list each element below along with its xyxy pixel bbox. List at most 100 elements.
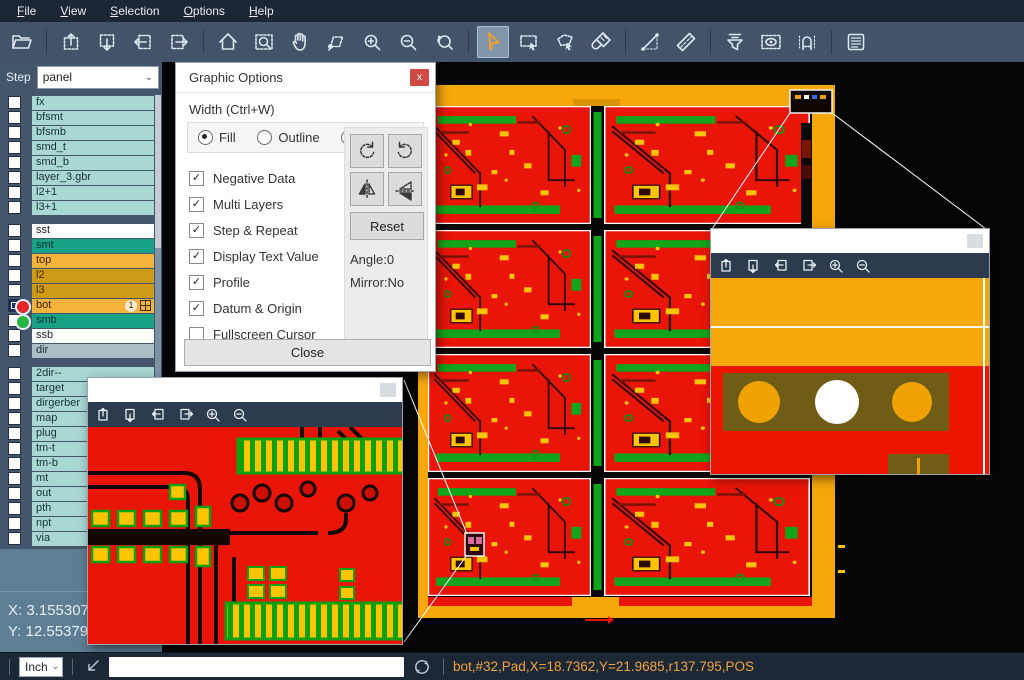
step-select[interactable]: panel ⌄ bbox=[37, 66, 159, 89]
view-left-button[interactable] bbox=[127, 26, 159, 58]
layer-checkbox[interactable] bbox=[8, 141, 21, 154]
home-view-button[interactable] bbox=[212, 26, 244, 58]
layer-checkbox[interactable] bbox=[8, 442, 21, 455]
measure-distance-button[interactable] bbox=[634, 26, 666, 58]
view-right-button[interactable] bbox=[163, 26, 195, 58]
menu-selection[interactable]: Selection bbox=[99, 2, 170, 20]
layer-row-fx[interactable]: fx bbox=[0, 96, 154, 111]
layer-checkbox[interactable] bbox=[8, 284, 21, 297]
menu-view[interactable]: View bbox=[49, 2, 97, 20]
layer-checkbox[interactable] bbox=[8, 532, 21, 545]
report-list-button[interactable] bbox=[840, 26, 872, 58]
window-button[interactable] bbox=[967, 234, 983, 248]
layer-checkbox[interactable] bbox=[8, 382, 21, 395]
dialog-checkbox-display-text-value[interactable]: ✓Display Text Value bbox=[189, 243, 319, 269]
layer-checkbox[interactable] bbox=[8, 254, 21, 267]
view-visibility-button[interactable] bbox=[755, 26, 787, 58]
magnifier-pad-view[interactable] bbox=[711, 278, 989, 474]
layer-checkbox[interactable] bbox=[8, 156, 21, 169]
view-down-button[interactable] bbox=[91, 26, 123, 58]
magnifier-title-bar[interactable] bbox=[88, 378, 402, 402]
dialog-checkbox-datum-origin[interactable]: ✓Datum & Origin bbox=[189, 295, 319, 321]
layer-checkbox[interactable] bbox=[8, 367, 21, 380]
layer-checkbox[interactable] bbox=[8, 239, 21, 252]
layer-checkbox[interactable] bbox=[8, 224, 21, 237]
checkbox-icon[interactable]: ✓ bbox=[189, 275, 204, 290]
zoom-in-icon[interactable] bbox=[204, 406, 222, 424]
layer-row-bot[interactable]: bot1 bbox=[0, 299, 154, 314]
measure-ruler-button[interactable] bbox=[670, 26, 702, 58]
zoom-previous-button[interactable] bbox=[428, 26, 460, 58]
magnifier-title-bar[interactable] bbox=[711, 229, 989, 253]
dialog-checkbox-step-repeat[interactable]: ✓Step & Repeat bbox=[189, 217, 319, 243]
checkbox-icon[interactable]: ✓ bbox=[189, 197, 204, 212]
layer-name[interactable]: ssb bbox=[32, 329, 154, 343]
view-up-icon[interactable] bbox=[719, 257, 737, 275]
checkbox-icon[interactable]: ✓ bbox=[189, 301, 204, 316]
view-left-icon[interactable] bbox=[773, 257, 791, 275]
layer-checkbox[interactable] bbox=[8, 126, 21, 139]
dialog-title-bar[interactable]: Graphic Options x bbox=[176, 63, 435, 93]
layer-name[interactable]: bot1 bbox=[32, 299, 154, 313]
layer-row-dir[interactable]: dir bbox=[0, 344, 154, 359]
view-right-icon[interactable] bbox=[177, 406, 195, 424]
layer-name[interactable]: smd_t bbox=[32, 141, 154, 155]
layer-checkbox[interactable] bbox=[8, 269, 21, 282]
dialog-checkbox-multi-layers[interactable]: ✓Multi Layers bbox=[189, 191, 319, 217]
layer-row-smd_t[interactable]: smd_t bbox=[0, 141, 154, 156]
command-input[interactable] bbox=[109, 657, 404, 677]
layer-row-l3[interactable]: l3 bbox=[0, 284, 154, 299]
layer-checkbox[interactable] bbox=[8, 517, 21, 530]
layer-checkbox[interactable] bbox=[8, 344, 21, 357]
refresh-icon[interactable] bbox=[413, 658, 431, 676]
flip-horizontal-button[interactable] bbox=[350, 172, 384, 206]
zoom-out-button[interactable] bbox=[392, 26, 424, 58]
snap-magnet-button[interactable] bbox=[791, 26, 823, 58]
layer-checkbox[interactable] bbox=[8, 201, 21, 214]
layer-row-sst[interactable]: sst bbox=[0, 224, 154, 239]
window-button[interactable] bbox=[380, 383, 396, 397]
layer-row-l3+1[interactable]: l3+1 bbox=[0, 201, 154, 216]
view-left-icon[interactable] bbox=[150, 406, 168, 424]
reset-button[interactable]: Reset bbox=[350, 212, 424, 240]
layer-checkbox[interactable] bbox=[8, 427, 21, 440]
pick-point-icon[interactable] bbox=[85, 658, 102, 675]
layer-checkbox[interactable] bbox=[8, 186, 21, 199]
magnifier-window-top-right[interactable] bbox=[710, 228, 990, 475]
layer-row-ssb[interactable]: ssb bbox=[0, 329, 154, 344]
layer-checkbox[interactable] bbox=[8, 457, 21, 470]
select-rectangle-button[interactable] bbox=[513, 26, 545, 58]
layer-row-l2[interactable]: l2 bbox=[0, 269, 154, 284]
checkbox-icon[interactable]: ✓ bbox=[189, 223, 204, 238]
radio-outline[interactable]: Outline bbox=[257, 130, 319, 145]
layer-row-smd_b[interactable]: smd_b bbox=[0, 156, 154, 171]
unit-select[interactable]: Inch ⌄ bbox=[19, 657, 63, 677]
open-file-button[interactable] bbox=[6, 26, 38, 58]
layer-name[interactable]: top bbox=[32, 254, 154, 268]
menu-options[interactable]: Options bbox=[173, 2, 236, 20]
layer-name[interactable]: layer_3.gbr bbox=[32, 171, 154, 185]
select-cursor-button[interactable] bbox=[477, 26, 509, 58]
view-up-icon[interactable] bbox=[96, 406, 114, 424]
radio-fill[interactable]: Fill bbox=[198, 130, 236, 145]
layer-name[interactable]: smb bbox=[32, 314, 154, 328]
dialog-checkbox-profile[interactable]: ✓Profile bbox=[189, 269, 319, 295]
zoom-in-button[interactable] bbox=[356, 26, 388, 58]
layer-checkbox[interactable] bbox=[8, 111, 21, 124]
flip-vertical-button[interactable] bbox=[388, 172, 422, 206]
layer-checkbox[interactable] bbox=[8, 472, 21, 485]
layer-name[interactable]: dir bbox=[32, 344, 154, 358]
layer-row-smt[interactable]: smt bbox=[0, 239, 154, 254]
layer-row-smb[interactable]: smb bbox=[0, 314, 154, 329]
layer-checkbox[interactable] bbox=[8, 171, 21, 184]
rotate-cw-button[interactable] bbox=[350, 134, 384, 168]
layer-row-top[interactable]: top bbox=[0, 254, 154, 269]
magnifier-window-bottom-left[interactable] bbox=[87, 377, 403, 645]
layer-checkbox[interactable] bbox=[8, 329, 21, 342]
layer-name[interactable]: smd_b bbox=[32, 156, 154, 170]
layer-name[interactable]: l2 bbox=[32, 269, 154, 283]
menu-file[interactable]: File bbox=[6, 2, 47, 20]
dialog-close-button[interactable]: Close bbox=[184, 339, 431, 366]
layer-row-bfsmt[interactable]: bfsmt bbox=[0, 111, 154, 126]
layer-row-bfsmb[interactable]: bfsmb bbox=[0, 126, 154, 141]
